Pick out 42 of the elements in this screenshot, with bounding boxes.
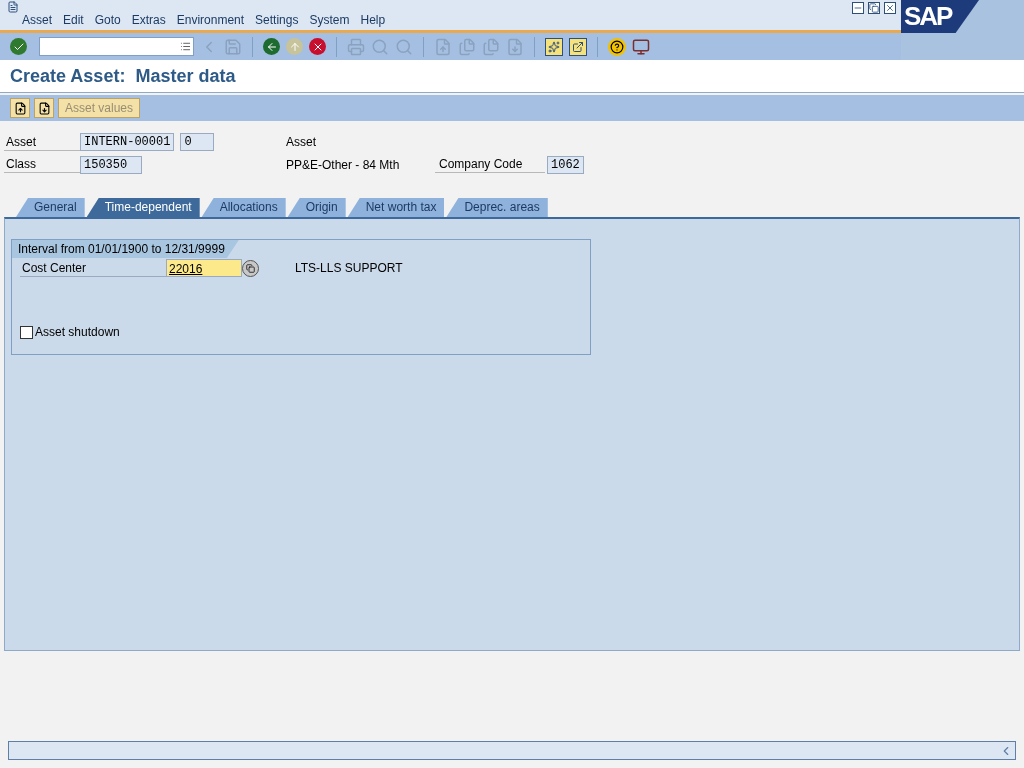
- next-document-icon[interactable]: [34, 98, 54, 118]
- cancel-icon[interactable]: [309, 38, 326, 55]
- enter-icon[interactable]: [10, 38, 27, 55]
- asset-description: Asset: [285, 134, 317, 151]
- list-icon[interactable]: [180, 41, 191, 52]
- command-field[interactable]: [39, 37, 194, 56]
- checkbox[interactable]: [20, 325, 33, 339]
- sub-number-field[interactable]: 0: [180, 133, 215, 151]
- menu-item[interactable]: Goto: [94, 14, 121, 26]
- tab[interactable]: Net worth tax: [347, 198, 445, 217]
- restore-icon[interactable]: [868, 2, 880, 14]
- menu-item[interactable]: System: [309, 14, 350, 26]
- shortcut-icon[interactable]: [569, 37, 587, 56]
- tab[interactable]: Time-dependent: [86, 198, 200, 217]
- group-title: Interval from 01/01/1900 to 12/31/9999: [12, 240, 239, 258]
- tab[interactable]: General: [16, 198, 85, 217]
- sap-logo: SAP: [901, 0, 979, 33]
- search-help-icon[interactable]: [242, 259, 259, 277]
- screen-title: Create Asset: Master data: [10, 64, 236, 88]
- previous-document-icon[interactable]: [10, 98, 30, 118]
- close-icon[interactable]: [884, 2, 896, 14]
- cost-center-description: LTS-LLS SUPPORT: [295, 260, 403, 277]
- menu-item[interactable]: Environment: [176, 14, 245, 26]
- tab[interactable]: Deprec. areas: [446, 198, 548, 217]
- cost-center-field[interactable]: 22016: [166, 259, 242, 277]
- tab[interactable]: Origin: [287, 198, 346, 217]
- help-icon[interactable]: [608, 37, 626, 56]
- menu-item[interactable]: Settings: [255, 14, 299, 26]
- system-menu-icon[interactable]: [6, 1, 20, 13]
- menu-item[interactable]: Asset: [22, 14, 52, 26]
- class-description: PP&E-Other - 84 Mth: [285, 156, 401, 174]
- minimize-icon[interactable]: [852, 2, 864, 14]
- field-label: Company Code: [435, 156, 545, 173]
- asset-number-field[interactable]: INTERN-00001: [80, 133, 175, 151]
- tab[interactable]: Allocations: [201, 198, 286, 217]
- checkbox-label: Asset shutdown: [35, 324, 120, 341]
- back-icon[interactable]: [263, 38, 280, 55]
- company-code-field[interactable]: 1062: [547, 155, 584, 174]
- menu-item[interactable]: Help: [360, 14, 386, 26]
- menu-item[interactable]: Extras: [131, 14, 166, 26]
- menu-item[interactable]: Edit: [63, 14, 84, 26]
- class-field[interactable]: 150350: [80, 156, 142, 174]
